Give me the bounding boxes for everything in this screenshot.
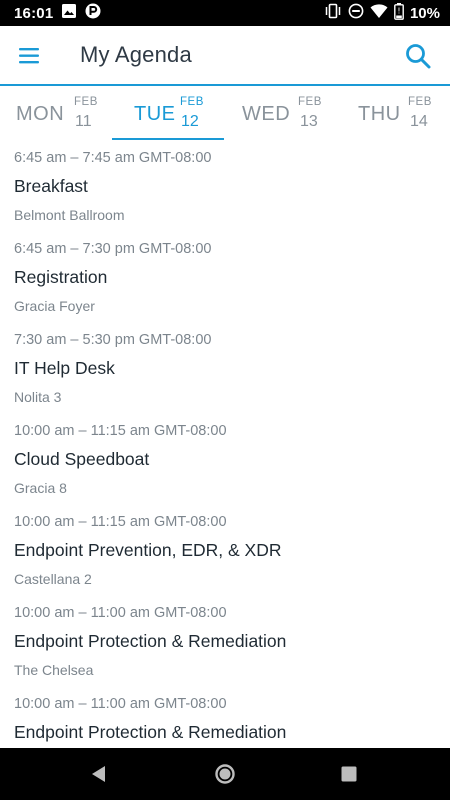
back-icon <box>92 766 105 782</box>
session-time: 6:45 am – 7:30 pm GMT-08:00 <box>14 241 212 257</box>
session-title: Endpoint Prevention, EDR, & XDR <box>14 540 282 560</box>
do-not-disturb-icon <box>348 3 364 23</box>
session-room: Gracia 8 <box>14 480 67 496</box>
session-time: 10:00 am – 11:00 am GMT-08:00 <box>14 696 227 712</box>
recents-icon <box>341 766 357 782</box>
session-time: 7:30 am – 5:30 pm GMT-08:00 <box>14 332 212 348</box>
session-room: Gracia Foyer <box>14 298 95 314</box>
session-title: Endpoint Protection & Remediation <box>14 631 287 651</box>
session-time: 6:45 am – 7:45 am GMT-08:00 <box>14 150 212 166</box>
tab-day-number: 13 <box>300 113 318 130</box>
app-bar: My Agenda <box>0 26 450 86</box>
image-icon <box>61 3 77 23</box>
home-icon <box>215 764 235 784</box>
session-item[interactable]: 6:45 am – 7:30 pm GMT-08:00 Registration… <box>0 233 450 324</box>
system-nav-bar <box>0 748 450 800</box>
status-time: 16:01 <box>14 4 54 22</box>
tab-month: FEB <box>74 96 98 108</box>
recents-button[interactable] <box>338 763 360 785</box>
session-item[interactable]: 10:00 am – 11:15 am GMT-08:00 Endpoint P… <box>0 506 450 597</box>
vibrate-icon <box>324 3 342 23</box>
battery-low-icon: ! <box>394 2 404 24</box>
tab-month: FEB <box>408 96 432 108</box>
search-button[interactable] <box>404 42 432 70</box>
tab-day-number: 14 <box>410 113 428 130</box>
parking-app-icon <box>85 3 101 23</box>
session-item[interactable]: 10:00 am – 11:00 am GMT-08:00 Endpoint P… <box>0 688 450 748</box>
session-time: 10:00 am – 11:00 am GMT-08:00 <box>14 605 227 621</box>
home-button[interactable] <box>214 763 236 785</box>
session-room: Nolita 3 <box>14 389 62 405</box>
session-item[interactable]: 10:00 am – 11:00 am GMT-08:00 Endpoint P… <box>0 597 450 688</box>
status-right: ! 10% <box>324 2 440 24</box>
agenda-list[interactable]: 6:45 am – 7:45 am GMT-08:00 Breakfast Be… <box>0 142 450 748</box>
tab-month: FEB <box>298 96 322 108</box>
session-title: Cloud Speedboat <box>14 449 150 469</box>
active-tab-indicator <box>112 138 224 140</box>
session-title: Breakfast <box>14 176 88 196</box>
tab-day-tue[interactable]: TUE FEB 12 <box>112 88 224 142</box>
session-room: Belmont Ballroom <box>14 207 125 223</box>
session-time: 10:00 am – 11:15 am GMT-08:00 <box>14 514 227 530</box>
back-button[interactable] <box>88 763 110 785</box>
session-time: 10:00 am – 11:15 am GMT-08:00 <box>14 423 227 439</box>
tab-day-of-week: THU <box>358 103 401 125</box>
session-room: Castellana 2 <box>14 571 92 587</box>
day-tabs: MON FEB 11 TUE FEB 12 WED FEB 13 THU FEB… <box>0 88 450 142</box>
status-bar: 16:01 ! 10% <box>0 0 450 26</box>
tab-day-of-week: MON <box>16 103 65 125</box>
session-item[interactable]: 6:45 am – 7:45 am GMT-08:00 Breakfast Be… <box>0 142 450 233</box>
tab-month: FEB <box>180 96 204 108</box>
tab-day-of-week: WED <box>242 103 291 125</box>
session-item[interactable]: 7:30 am – 5:30 pm GMT-08:00 IT Help Desk… <box>0 324 450 415</box>
battery-percent: 10% <box>409 4 440 22</box>
hamburger-menu-icon <box>19 48 39 64</box>
session-title: Endpoint Protection & Remediation <box>14 722 287 742</box>
search-icon <box>406 44 431 69</box>
tab-day-of-week: TUE <box>134 103 176 125</box>
wifi-icon <box>370 3 388 23</box>
page-title: My Agenda <box>80 42 192 67</box>
session-title: IT Help Desk <box>14 358 115 378</box>
status-left: 16:01 <box>14 3 101 23</box>
tab-day-mon[interactable]: MON FEB 11 <box>0 88 110 142</box>
svg-text:!: ! <box>397 6 400 15</box>
tab-day-number: 11 <box>75 113 92 130</box>
tab-day-thu[interactable]: THU FEB 14 <box>342 88 450 142</box>
menu-button[interactable] <box>16 44 44 68</box>
tab-day-number: 12 <box>181 113 199 130</box>
session-item[interactable]: 10:00 am – 11:15 am GMT-08:00 Cloud Spee… <box>0 415 450 506</box>
tab-day-wed[interactable]: WED FEB 13 <box>228 88 338 142</box>
session-title: Registration <box>14 267 108 287</box>
session-room: The Chelsea <box>14 662 94 678</box>
